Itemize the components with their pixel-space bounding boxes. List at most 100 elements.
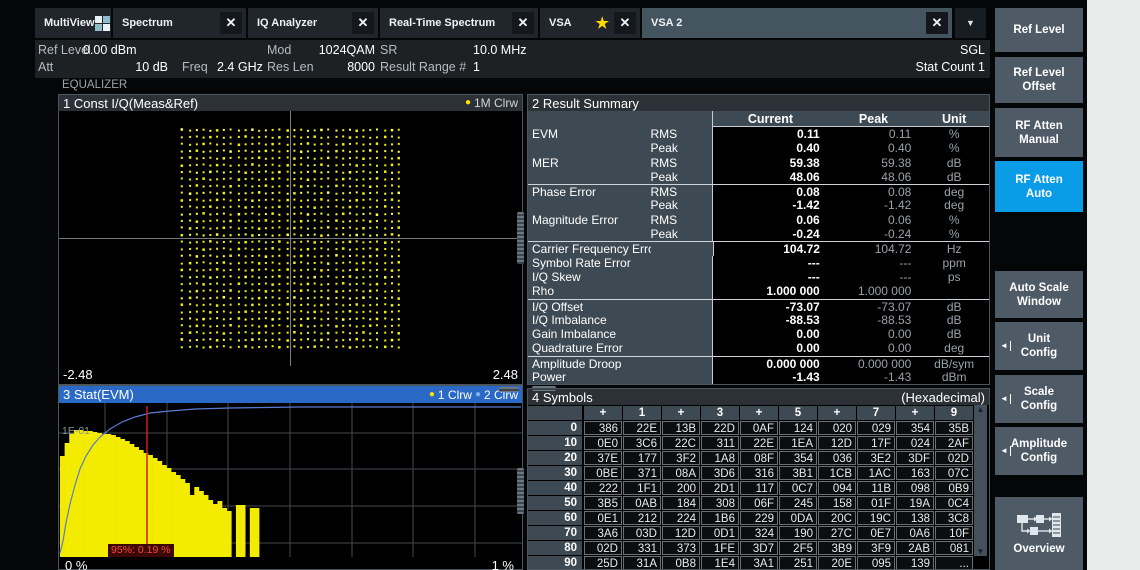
softkey-ref-level[interactable]: Ref Level: [995, 8, 1083, 52]
tab-vsa[interactable]: VSA★✕: [540, 8, 640, 38]
result-summary-window[interactable]: 2 Result Summary Current Peak Unit EVMRM…: [527, 94, 990, 385]
symbol-cell: 07C: [935, 466, 973, 480]
symbols-col-header: +: [818, 406, 856, 420]
symbol-cell: 184: [662, 496, 700, 510]
tab-iq-analyzer[interactable]: IQ Analyzer ✕: [248, 8, 378, 38]
symbol-cell: 3A1: [740, 556, 778, 570]
tab-multiview[interactable]: MultiView: [35, 8, 111, 38]
close-tab-icon-real-time-spectrum[interactable]: ✕: [512, 12, 534, 34]
tab-real-time-spectrum[interactable]: Real-Time Spectrum ✕: [380, 8, 538, 38]
symbol-cell: 25D: [584, 556, 622, 570]
horizontal-splitter-handle[interactable]: [499, 387, 519, 392]
symbols-window[interactable]: 4 Symbols (Hexadecimal) +1+3+5+7+9038622…: [527, 388, 990, 570]
result-range-label: Result Range #: [380, 60, 466, 74]
result-cell-sub: [650, 270, 712, 284]
result-cell-cur: 104.72: [713, 242, 828, 255]
channel-settings-bar[interactable]: Ref Level 0.00 dBm Mod 1024QAM SR 10.0 M…: [35, 40, 990, 78]
x-max-label: 2.48: [493, 367, 518, 382]
tab-label: Real-Time Spectrum: [389, 17, 495, 29]
softkey-ref-level-offset[interactable]: Ref Level Offset: [995, 57, 1083, 103]
const-iq-window-header[interactable]: 1 Const I/Q(Meas&Ref) ● 1M Clrw: [59, 95, 522, 111]
result-row-carrier-frequency-error: Carrier Frequency Error104.72104.72Hz: [528, 241, 989, 255]
result-cell-pk: -0.24: [828, 227, 920, 241]
symbol-cell: 316: [740, 466, 778, 480]
tab-label: MultiView: [44, 17, 95, 29]
symbol-cell: 19A: [896, 496, 934, 510]
stat-evm-window[interactable]: 3 Stat(EVM) ● 1 Clrw ● 2 Clrw 1E-01 95%:…: [58, 385, 523, 570]
symbol-cell: 0D1: [701, 526, 739, 540]
symbol-cell: 124: [779, 421, 817, 435]
result-cell-unit: deg: [919, 185, 989, 198]
vertical-splitter-handle[interactable]: [517, 468, 524, 514]
symbols-row-label: 20: [528, 451, 582, 465]
softkey-auto-scale-window[interactable]: Auto Scale Window: [995, 271, 1083, 318]
softkey-scale-config[interactable]: ◄Scale Config: [995, 375, 1083, 423]
x-right-label: 1 %: [492, 558, 514, 570]
symbol-cell: 308: [701, 496, 739, 510]
scroll-up-icon[interactable]: ▲: [977, 405, 985, 414]
tab-label: IQ Analyzer: [257, 17, 317, 29]
softkey-amplitude-config[interactable]: ◄Amplitude Config: [995, 427, 1083, 475]
result-cell-cur: ---: [712, 270, 828, 284]
softkey-overview[interactable]: Overview: [995, 497, 1083, 570]
close-tab-icon-vsa[interactable]: ✕: [614, 12, 636, 34]
result-summary-header[interactable]: 2 Result Summary: [528, 95, 989, 111]
symbol-cell: 08F: [740, 451, 778, 465]
result-row-cont: Peak-1.42-1.42deg: [528, 198, 989, 212]
symbols-row-70: 703A603D12D0D132419027C0E70A610F: [528, 526, 989, 540]
stat-evm-header[interactable]: 3 Stat(EVM) ● 1 Clrw ● 2 Clrw: [59, 386, 522, 403]
result-cell-sub: Peak: [650, 141, 712, 155]
result-table-header: Current Peak Unit: [528, 111, 989, 127]
symbols-scrollbar[interactable]: ▲ ▼: [974, 405, 987, 556]
symbol-cell: 098: [896, 481, 934, 495]
result-cell-cur: 1.000 000: [712, 284, 828, 298]
vertical-splitter-handle[interactable]: [517, 212, 524, 264]
submenu-arrow-icon: ◄: [1000, 446, 1011, 456]
result-cell-unit: dB: [919, 170, 989, 184]
result-row-i-q-skew: I/Q Skew------ps: [528, 270, 989, 284]
symbol-cell: 177: [623, 451, 661, 465]
const-iq-window[interactable]: 1 Const I/Q(Meas&Ref) ● 1M Clrw -2.48 2.…: [58, 94, 523, 385]
tab-vsa-2[interactable]: VSA 2✕: [642, 8, 952, 38]
symbol-cell: 11B: [857, 481, 895, 495]
sr-value: 10.0 MHz: [473, 43, 527, 57]
symbol-cell: 10F: [935, 526, 973, 540]
softkey-rf-atten-auto[interactable]: RF Atten Auto: [995, 161, 1083, 212]
symbols-header[interactable]: 4 Symbols (Hexadecimal): [528, 389, 989, 405]
softkey-unit-config[interactable]: ◄Unit Config: [995, 322, 1083, 370]
result-cell-unit: ps: [919, 270, 989, 284]
tab-list-dropdown-button[interactable]: ▼: [955, 8, 986, 38]
result-cell-cur: 0.00: [712, 341, 828, 355]
submenu-arrow-icon: ◄: [1000, 341, 1011, 351]
close-tab-icon-vsa-2[interactable]: ✕: [926, 12, 948, 34]
scroll-down-icon[interactable]: ▼: [977, 547, 985, 556]
softkey-rf-atten-manual[interactable]: RF Atten Manual: [995, 108, 1083, 157]
symbol-cell: 12D: [818, 436, 856, 450]
result-cell-sub: [650, 357, 712, 370]
symbols-col-header: 9: [935, 406, 973, 420]
result-cell-pk: -1.42: [828, 198, 920, 212]
result-cell-cur: 0.40: [712, 141, 828, 155]
close-tab-icon-spectrum[interactable]: ✕: [220, 12, 242, 34]
constellation-plot[interactable]: [59, 111, 522, 366]
result-cell-sub: RMS: [650, 213, 712, 227]
horizontal-splitter-handle[interactable]: [532, 386, 556, 391]
symbols-row-10: 100E03C622C31122E1EA12D17F0242AF: [528, 436, 989, 450]
symbols-col-header: +: [896, 406, 934, 420]
symbol-cell: 22E: [740, 436, 778, 450]
close-tab-icon-iq-analyzer[interactable]: ✕: [352, 12, 374, 34]
symbols-col-header: +: [740, 406, 778, 420]
stat-evm-plot[interactable]: 1E-01 95%: 0.19 %: [59, 403, 522, 557]
result-row-cont: Peak-0.24-0.24%: [528, 227, 989, 241]
submenu-arrow-icon: ◄: [1000, 394, 1011, 404]
symbol-cell: 386: [584, 421, 622, 435]
result-cell-pk: ---: [828, 270, 920, 284]
symbol-cell: 13B: [662, 421, 700, 435]
symbol-cell: 31A: [623, 556, 661, 570]
tab-spectrum[interactable]: Spectrum✕: [113, 8, 246, 38]
result-cell-name: Quadrature Error: [528, 341, 650, 355]
softkey-label: Ref Level Offset: [1013, 66, 1064, 94]
result-cell-pk: 0.00: [828, 327, 920, 341]
symbol-cell: 036: [818, 451, 856, 465]
stat-evm-title: 3 Stat(EVM): [63, 387, 134, 402]
